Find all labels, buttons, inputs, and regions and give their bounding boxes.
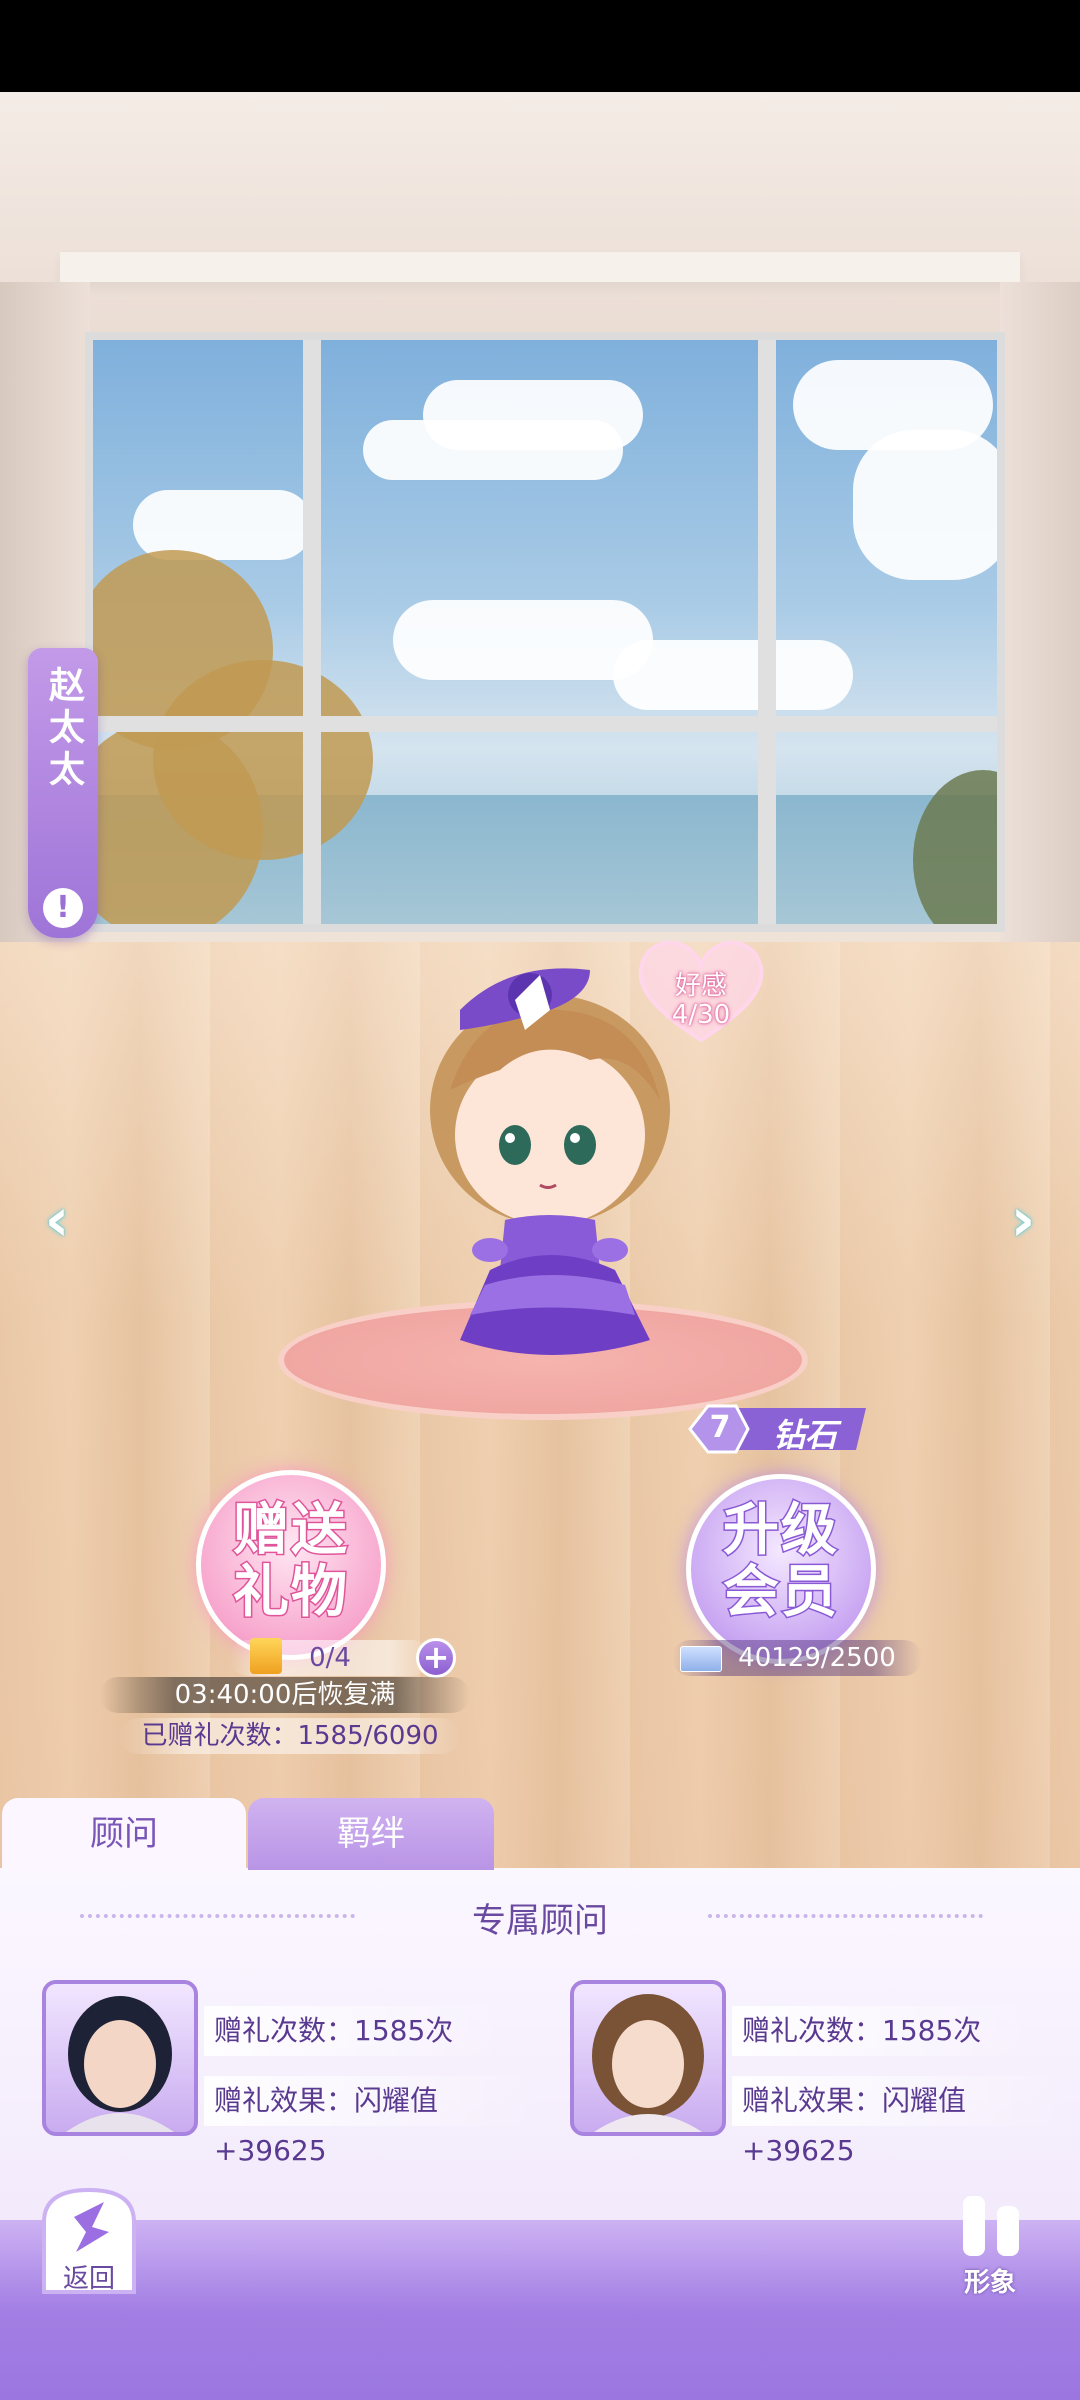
window bbox=[85, 332, 1005, 932]
divider-right bbox=[708, 1914, 983, 1922]
send-gift-label-line1: 赠送 bbox=[232, 1498, 349, 1563]
add-gift-button[interactable]: + bbox=[416, 1638, 456, 1678]
info-icon[interactable]: ! bbox=[43, 888, 83, 928]
ceiling bbox=[0, 92, 1080, 342]
advisor-gift-effect: 赠礼效果：闪耀值+39625 bbox=[732, 2076, 1072, 2167]
upgrade-vip-label-line1: 升级 bbox=[722, 1498, 839, 1563]
section-title: 专属顾问 bbox=[472, 1901, 608, 1941]
character-name: 赵太太 bbox=[43, 666, 84, 792]
vip-exp-value: 40129/2500 bbox=[738, 1643, 896, 1673]
advisor-avatar[interactable] bbox=[570, 1980, 726, 2136]
style-button[interactable]: 形象 bbox=[945, 2186, 1035, 2298]
send-gift-label-line2: 礼物 bbox=[232, 1560, 349, 1625]
advisor-avatar[interactable] bbox=[42, 1980, 198, 2136]
back-button[interactable]: 返回 bbox=[34, 2182, 144, 2300]
right-wall bbox=[1000, 282, 1080, 1032]
upgrade-vip-label-line2: 会员 bbox=[722, 1560, 839, 1625]
exp-card-icon bbox=[680, 1646, 722, 1672]
hanger-icon bbox=[963, 2196, 1019, 2256]
bottom-nav-bar bbox=[0, 2220, 1080, 2400]
status-bar bbox=[0, 0, 1080, 92]
vip-level: 7 bbox=[709, 1410, 731, 1445]
character-name-banner[interactable]: 赵太太 ! bbox=[28, 648, 98, 938]
upgrade-vip-label: 升级 会员 bbox=[686, 1498, 876, 1625]
affection-value: 4/30 bbox=[671, 1000, 731, 1030]
vip-tier: 钻石 bbox=[772, 1416, 837, 1454]
style-label: 形象 bbox=[963, 2268, 1016, 2298]
recover-timer: 03:40:00后恢复满 bbox=[100, 1677, 470, 1713]
ceiling-trim bbox=[60, 252, 1020, 282]
back-label: 返回 bbox=[62, 2264, 115, 2294]
gifted-count: 已赠礼次数：1585/6090 bbox=[120, 1718, 460, 1754]
prev-arrow-icon[interactable]: ‹ bbox=[30, 1188, 84, 1252]
tab-advisor[interactable]: 顾问 bbox=[2, 1798, 246, 1870]
gift-box-icon bbox=[250, 1638, 282, 1674]
next-arrow-icon[interactable]: › bbox=[996, 1188, 1050, 1252]
advisor-gift-count: 赠礼次数：1585次 bbox=[204, 2006, 504, 2056]
tab-bond[interactable]: 羁绊 bbox=[248, 1798, 494, 1870]
affection-label: 好感 bbox=[674, 971, 727, 1001]
advisor-gift-count: 赠礼次数：1585次 bbox=[732, 2006, 1032, 2056]
send-gift-label: 赠送 礼物 bbox=[196, 1498, 386, 1625]
advisor-gift-effect: 赠礼效果：闪耀值+39625 bbox=[204, 2076, 544, 2167]
divider-left bbox=[80, 1914, 355, 1922]
